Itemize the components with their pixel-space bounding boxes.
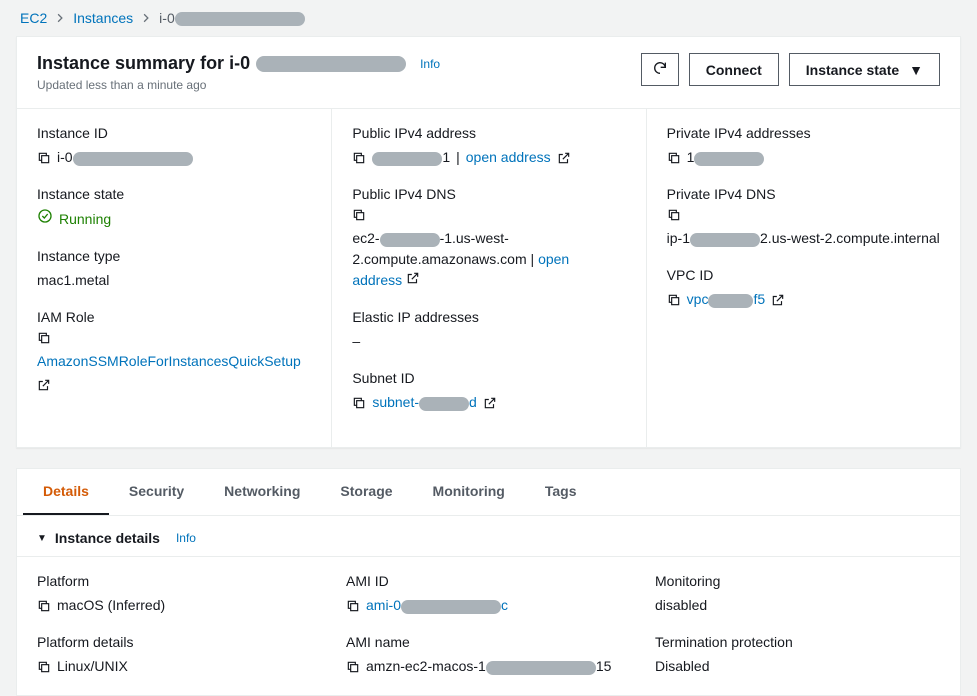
label: Instance ID — [37, 125, 311, 141]
value: macOS (Inferred) — [57, 595, 165, 616]
refresh-button[interactable] — [641, 53, 679, 86]
label: Termination protection — [655, 634, 940, 650]
breadcrumb-ec2[interactable]: EC2 — [20, 10, 47, 26]
field-ami-id: AMI ID ami-0c — [346, 573, 631, 616]
iam-role-link[interactable]: AmazonSSMRoleForInstancesQuickSetup — [37, 351, 301, 372]
chevron-right-icon — [55, 10, 65, 26]
external-link-icon[interactable] — [557, 151, 571, 165]
value: ip-12.us-west-2.compute.internal — [667, 228, 940, 249]
field-subnet-id: Subnet ID subnet-d — [352, 370, 625, 413]
copy-icon[interactable] — [346, 599, 360, 613]
value: ec2--1.us-west-2.compute.amazonaws.com |… — [352, 228, 612, 291]
label: Private IPv4 DNS — [667, 186, 940, 202]
field-instance-state: Instance state Running — [37, 186, 311, 230]
value: mac1.metal — [37, 270, 109, 291]
breadcrumb: EC2 Instances i-0 — [0, 0, 977, 36]
label: Public IPv4 DNS — [352, 186, 625, 202]
open-address-link[interactable]: open address — [466, 147, 551, 168]
copy-icon[interactable] — [37, 660, 51, 674]
caret-down-icon: ▼ — [909, 62, 923, 78]
tab-networking[interactable]: Networking — [204, 469, 320, 515]
value: 1 — [687, 147, 765, 168]
label: VPC ID — [667, 267, 940, 283]
instance-state-button[interactable]: Instance state ▼ — [789, 53, 940, 86]
copy-icon[interactable] — [352, 208, 366, 222]
label: Private IPv4 addresses — [667, 125, 940, 141]
copy-icon[interactable] — [352, 396, 366, 410]
info-link[interactable]: Info — [176, 531, 196, 545]
field-instance-type: Instance type mac1.metal — [37, 248, 311, 291]
field-public-dns: Public IPv4 DNS ec2--1.us-west-2.compute… — [352, 186, 625, 291]
value: 1 — [372, 147, 450, 168]
page-title: Instance summary for i-0 Info — [37, 53, 440, 74]
copy-icon[interactable] — [346, 660, 360, 674]
label: Public IPv4 address — [352, 125, 625, 141]
external-link-icon[interactable] — [37, 378, 51, 392]
label: Platform — [37, 573, 322, 589]
field-platform-details: Platform details Linux/UNIX — [37, 634, 322, 677]
label: Instance state — [37, 186, 311, 202]
tabs: Details Security Networking Storage Moni… — [17, 469, 960, 516]
copy-icon[interactable] — [667, 208, 681, 222]
copy-icon[interactable] — [667, 293, 681, 307]
copy-icon[interactable] — [667, 151, 681, 165]
label: Elastic IP addresses — [352, 309, 625, 325]
tab-storage[interactable]: Storage — [320, 469, 412, 515]
tabs-panel: Details Security Networking Storage Moni… — [16, 468, 961, 696]
instance-summary-panel: Instance summary for i-0 Info Updated le… — [16, 36, 961, 448]
field-elastic-ip: Elastic IP addresses – — [352, 309, 625, 352]
copy-icon[interactable] — [352, 151, 366, 165]
tab-security[interactable]: Security — [109, 469, 204, 515]
updated-text: Updated less than a minute ago — [37, 78, 440, 92]
value: amzn-ec2-macos-115 — [366, 656, 611, 677]
breadcrumb-instances[interactable]: Instances — [73, 10, 133, 26]
ami-id-link[interactable]: ami-0c — [366, 595, 508, 616]
panel-header: Instance summary for i-0 Info Updated le… — [17, 37, 960, 109]
label: IAM Role — [37, 309, 311, 325]
value: – — [352, 331, 360, 352]
field-ami-name: AMI name amzn-ec2-macos-115 — [346, 634, 631, 677]
tab-monitoring[interactable]: Monitoring — [413, 469, 525, 515]
value: disabled — [655, 595, 707, 616]
field-instance-id: Instance ID i-0 — [37, 125, 311, 168]
field-monitoring: Monitoring disabled — [655, 573, 940, 616]
label: AMI name — [346, 634, 631, 650]
chevron-right-icon — [141, 10, 151, 26]
check-circle-icon — [37, 208, 53, 230]
label: AMI ID — [346, 573, 631, 589]
value: Disabled — [655, 656, 709, 677]
copy-icon[interactable] — [37, 599, 51, 613]
info-link[interactable]: Info — [420, 57, 440, 71]
tab-tags[interactable]: Tags — [525, 469, 597, 515]
refresh-icon — [652, 60, 668, 79]
value: i-0 — [57, 147, 193, 168]
section-header-instance-details[interactable]: ▼ Instance details Info — [17, 516, 960, 557]
breadcrumb-current: i-0 — [159, 10, 305, 26]
external-link-icon[interactable] — [771, 293, 785, 307]
tab-details[interactable]: Details — [23, 469, 109, 515]
field-iam-role: IAM Role AmazonSSMRoleForInstancesQuickS… — [37, 309, 311, 392]
vpc-link[interactable]: vpcf5 — [687, 289, 765, 310]
label: Subnet ID — [352, 370, 625, 386]
connect-button[interactable]: Connect — [689, 53, 779, 86]
label: Platform details — [37, 634, 322, 650]
value: Linux/UNIX — [57, 656, 128, 677]
field-platform: Platform macOS (Inferred) — [37, 573, 322, 616]
field-public-ipv4: Public IPv4 address 1 | open address — [352, 125, 625, 168]
label: Instance type — [37, 248, 311, 264]
caret-down-icon: ▼ — [37, 533, 47, 544]
field-termination-protection: Termination protection Disabled — [655, 634, 940, 677]
field-private-dns: Private IPv4 DNS ip-12.us-west-2.compute… — [667, 186, 940, 249]
status-running: Running — [37, 208, 111, 230]
field-vpc-id: VPC ID vpcf5 — [667, 267, 940, 310]
label: Monitoring — [655, 573, 940, 589]
copy-icon[interactable] — [37, 331, 51, 345]
external-link-icon[interactable] — [483, 396, 497, 410]
subnet-link[interactable]: subnet-d — [372, 392, 477, 413]
external-link-icon[interactable] — [406, 271, 420, 285]
field-private-ipv4: Private IPv4 addresses 1 — [667, 125, 940, 168]
copy-icon[interactable] — [37, 151, 51, 165]
